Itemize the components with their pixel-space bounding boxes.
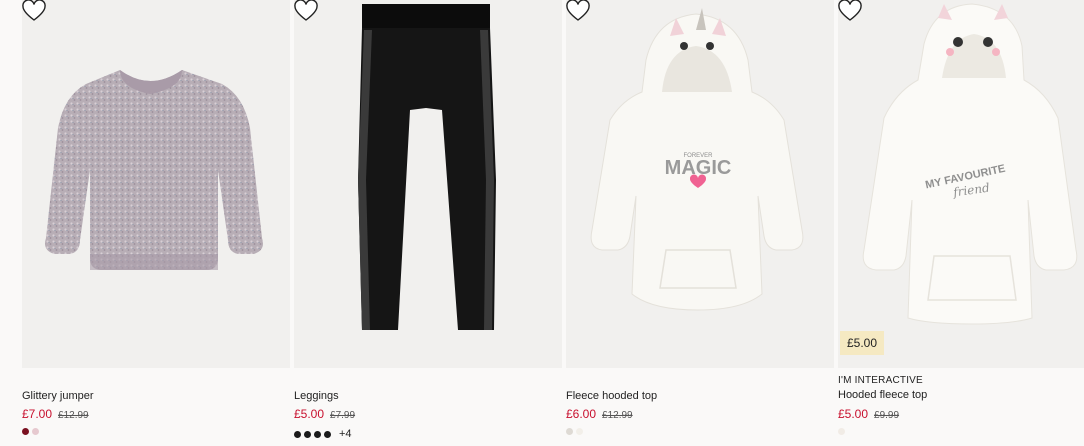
product-card[interactable]: Glittery jumper £7.00 £12.99 — [22, 0, 290, 446]
original-price: £12.99 — [58, 410, 89, 421]
original-price: £7.99 — [330, 410, 356, 421]
product-brand[interactable]: I'M INTERACTIVE — [838, 375, 923, 386]
original-price: £9.99 — [874, 410, 900, 421]
leggings-illustration — [358, 4, 496, 330]
product-image[interactable] — [294, 0, 562, 368]
color-swatch[interactable] — [838, 428, 845, 435]
color-swatch[interactable] — [304, 430, 311, 438]
product-name[interactable]: Glittery jumper — [22, 390, 94, 402]
product-price: £6.00 £12.99 — [566, 407, 633, 421]
color-swatch[interactable] — [22, 428, 29, 435]
color-swatch[interactable] — [294, 430, 301, 438]
product-price: £5.00 £9.99 — [838, 407, 899, 421]
color-swatch[interactable] — [576, 428, 583, 435]
color-swatches — [22, 428, 39, 435]
sale-price: £5.00 — [838, 407, 869, 421]
color-swatches — [566, 428, 583, 435]
sale-price: £7.00 — [22, 407, 53, 421]
product-image[interactable] — [22, 0, 290, 368]
product-name[interactable]: Hooded fleece top — [838, 389, 927, 401]
product-card[interactable]: FOREVER MAGIC Fleece hooded top £6.00 £12… — [566, 0, 834, 446]
print-text-magic: MAGIC — [665, 157, 732, 179]
product-price: £7.00 £12.99 — [22, 407, 89, 421]
more-colors-count[interactable]: +4 — [339, 428, 352, 440]
hoodie-illustration: FOREVER MAGIC — [590, 8, 804, 311]
color-swatch[interactable] — [566, 428, 573, 435]
color-swatch[interactable] — [314, 430, 321, 438]
product-name[interactable]: Leggings — [294, 390, 339, 402]
product-card[interactable]: MY FAVOURITE friend £5.00 I'M INTERACTIV… — [838, 0, 1084, 446]
color-swatch[interactable] — [324, 430, 331, 438]
sale-price: £5.00 — [294, 407, 325, 421]
heart-icon[interactable] — [566, 0, 590, 22]
price-badge: £5.00 — [840, 331, 885, 355]
color-swatches — [838, 428, 845, 435]
sale-price: £6.00 — [566, 407, 597, 421]
heart-icon[interactable] — [838, 0, 862, 22]
hoodie-illustration: MY FAVOURITE friend — [862, 3, 1078, 325]
heart-icon[interactable] — [22, 0, 46, 22]
color-swatches: +4 — [294, 428, 352, 440]
original-price: £12.99 — [602, 410, 633, 421]
product-image[interactable]: FOREVER MAGIC — [566, 0, 834, 368]
product-image[interactable]: MY FAVOURITE friend £5.00 — [838, 0, 1084, 368]
heart-icon[interactable] — [294, 0, 318, 22]
jumper-illustration — [45, 70, 263, 270]
product-name[interactable]: Fleece hooded top — [566, 390, 657, 402]
product-card[interactable]: Leggings £5.00 £7.99 +4 — [294, 0, 562, 446]
color-swatch[interactable] — [32, 428, 39, 435]
product-price: £5.00 £7.99 — [294, 407, 355, 421]
